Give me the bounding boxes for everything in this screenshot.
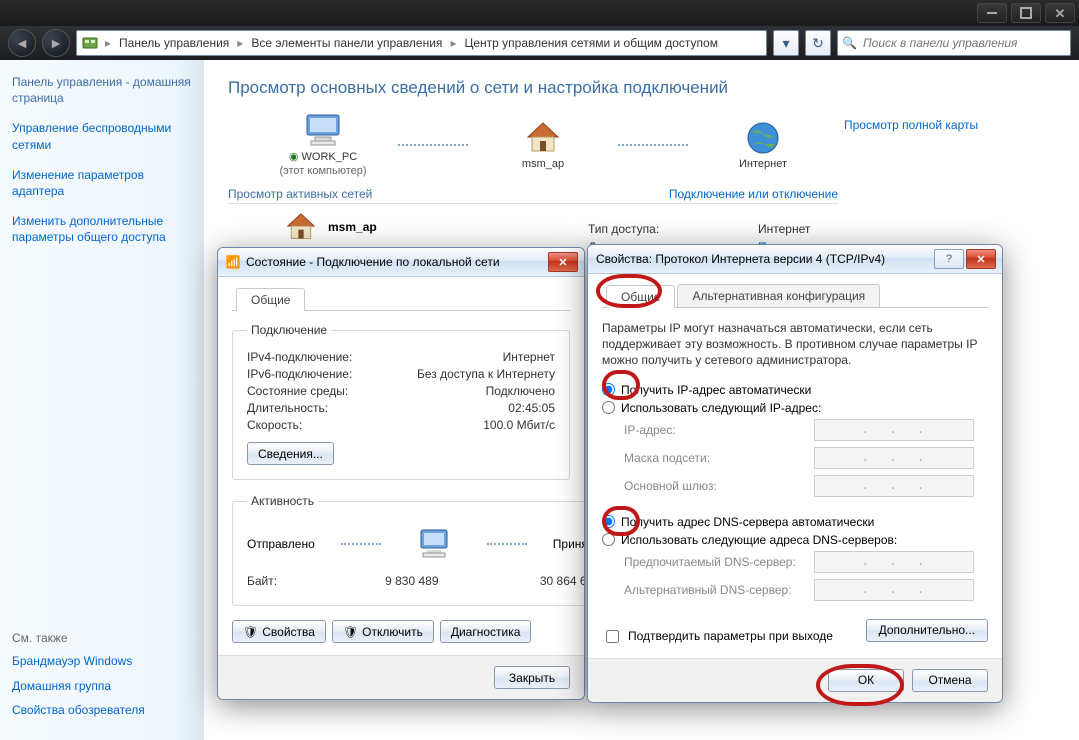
- ip-auto-radio[interactable]: Получить IP-адрес автоматически: [602, 383, 988, 397]
- refresh-button[interactable]: ↻: [805, 30, 831, 56]
- ipv4-close-button[interactable]: ✕: [966, 249, 996, 269]
- house-icon: [521, 120, 565, 156]
- activity-group-legend: Активность: [247, 494, 318, 508]
- shield-icon: 🛡: [343, 625, 358, 639]
- map-link-line: [398, 144, 468, 146]
- access-type-label: Тип доступа:: [588, 222, 758, 236]
- tab-alternate[interactable]: Альтернативная конфигурация: [677, 284, 880, 307]
- sidepane-link[interactable]: Изменить дополнительные параметры общего…: [12, 213, 192, 245]
- activity-group: Активность Отправлено Принято Байт:9 830…: [232, 494, 585, 606]
- subnet-mask-label: Маска подсети:: [624, 451, 814, 465]
- properties-button[interactable]: 🛡Свойства: [232, 620, 326, 643]
- see-also-link[interactable]: Свойства обозревателя: [12, 702, 192, 718]
- ipv4-dialog-titlebar[interactable]: Свойства: Протокол Интернета версии 4 (T…: [588, 245, 1002, 274]
- node-this-pc[interactable]: ◉ WORK_PC (этот компьютер): [268, 112, 378, 177]
- breadcrumb-item[interactable]: Центр управления сетями и общим доступом: [458, 36, 724, 50]
- dns-pref-label: Предпочитаемый DNS-сервер:: [624, 555, 814, 569]
- ipv4-help-button[interactable]: ?: [934, 249, 964, 269]
- search-input[interactable]: [861, 35, 1066, 51]
- connect-disconnect-link[interactable]: Подключение или отключение: [669, 187, 838, 201]
- ipv4-tabstrip: Общие Альтернативная конфигурация: [602, 284, 988, 308]
- side-pane: Панель управления - домашняя страница Уп…: [0, 60, 204, 740]
- activity-icon: [407, 524, 461, 564]
- forward-button[interactable]: ►: [42, 29, 70, 57]
- sidepane-link[interactable]: Изменение параметров адаптера: [12, 167, 192, 199]
- dns-alt-field: . . .: [814, 579, 974, 601]
- subnet-mask-field: . . .: [814, 447, 974, 469]
- maximize-button[interactable]: [1011, 3, 1041, 23]
- validate-checkbox[interactable]: Подтвердить параметры при выходе: [602, 627, 833, 646]
- see-also-link[interactable]: Домашняя группа: [12, 678, 192, 694]
- cancel-button[interactable]: Отмена: [912, 669, 988, 692]
- shield-icon: 🛡: [243, 625, 258, 639]
- diagnose-button[interactable]: Диагностика: [440, 620, 532, 643]
- close-dialog-button[interactable]: Закрыть: [494, 666, 570, 689]
- breadcrumb-item[interactable]: Панель управления: [113, 36, 235, 50]
- sidepane-heading: Панель управления - домашняя страница: [12, 74, 192, 106]
- search-box[interactable]: 🔍: [837, 30, 1071, 56]
- tab-general[interactable]: Общие: [606, 285, 675, 308]
- details-button[interactable]: Сведения...: [247, 442, 334, 465]
- ipv4-dialog-title: Свойства: Протокол Интернета версии 4 (T…: [596, 252, 885, 266]
- dns-manual-radio[interactable]: Использовать следующие адреса DNS-сервер…: [602, 533, 988, 547]
- disable-button[interactable]: 🛡Отключить: [332, 620, 434, 643]
- ip-manual-radio[interactable]: Использовать следующий IP-адрес:: [602, 401, 988, 415]
- sent-label: Отправлено: [247, 537, 315, 551]
- ip-address-label: IP-адрес:: [624, 423, 814, 437]
- connection-group-legend: Подключение: [247, 323, 331, 337]
- status-dialog-title: Состояние - Подключение по локальной сет…: [246, 255, 500, 269]
- map-link-line: [618, 144, 688, 146]
- connection-group: Подключение IPv4-подключение:Интернет IP…: [232, 323, 570, 480]
- ip-address-field: . . .: [814, 419, 974, 441]
- received-label: Принято: [553, 537, 585, 551]
- breadcrumb[interactable]: ▸ Панель управления ▸ Все элементы панел…: [76, 30, 767, 56]
- ipv4-description: Параметры IP могут назначаться автоматич…: [602, 320, 988, 369]
- globe-overlay-icon: ◉: [289, 151, 299, 163]
- tab-general[interactable]: Общие: [236, 288, 305, 311]
- network-status-icon: 📶: [226, 255, 240, 269]
- access-type-value: Интернет: [758, 222, 1055, 236]
- page-title: Просмотр основных сведений о сети и наст…: [228, 78, 1055, 98]
- dns-alt-label: Альтернативный DNS-сервер:: [624, 583, 814, 597]
- house-icon: [284, 212, 318, 242]
- see-also-link[interactable]: Брандмауэр Windows: [12, 653, 192, 669]
- node-internet[interactable]: Интернет: [708, 120, 818, 170]
- back-button[interactable]: ◄: [8, 29, 36, 57]
- dns-pref-field: . . .: [814, 551, 974, 573]
- recv-bytes: 30 864 649: [500, 574, 585, 588]
- active-networks-heading: Просмотр активных сетей: [228, 187, 372, 201]
- gateway-label: Основной шлюз:: [624, 479, 814, 493]
- node-network[interactable]: msm_ap: [488, 120, 598, 170]
- search-icon: 🔍: [842, 36, 857, 50]
- advanced-button[interactable]: Дополнительно...: [866, 619, 988, 642]
- gateway-field: . . .: [814, 475, 974, 497]
- status-dialog-close-button[interactable]: ✕: [548, 252, 578, 272]
- globe-icon: [741, 120, 785, 156]
- sidepane-link[interactable]: Управление беспроводными сетями: [12, 120, 192, 152]
- status-dialog-titlebar[interactable]: 📶 Состояние - Подключение по локальной с…: [218, 248, 584, 277]
- explorer-nav: ◄ ► ▸ Панель управления ▸ Все элементы п…: [0, 26, 1079, 60]
- breadcrumb-item[interactable]: Все элементы панели управления: [245, 36, 448, 50]
- status-tabstrip: Общие: [232, 287, 570, 311]
- sent-bytes: 9 830 489: [339, 574, 439, 588]
- control-panel-icon: [81, 34, 99, 52]
- dropdown-button[interactable]: ▾: [773, 30, 799, 56]
- ipv4-properties-dialog: Свойства: Протокол Интернета версии 4 (T…: [587, 244, 1003, 703]
- ok-button[interactable]: ОК: [828, 669, 904, 692]
- dns-auto-radio[interactable]: Получить адрес DNS-сервера автоматически: [602, 515, 988, 529]
- window-titlebar: ✕: [0, 0, 1079, 26]
- see-also-heading: См. также: [12, 631, 192, 645]
- full-map-link[interactable]: Просмотр полной карты: [844, 118, 978, 132]
- minimize-button[interactable]: [977, 3, 1007, 23]
- active-network-name: msm_ap: [328, 220, 377, 234]
- close-button[interactable]: ✕: [1045, 3, 1075, 23]
- status-dialog: 📶 Состояние - Подключение по локальной с…: [217, 247, 585, 700]
- computer-icon: [301, 112, 345, 148]
